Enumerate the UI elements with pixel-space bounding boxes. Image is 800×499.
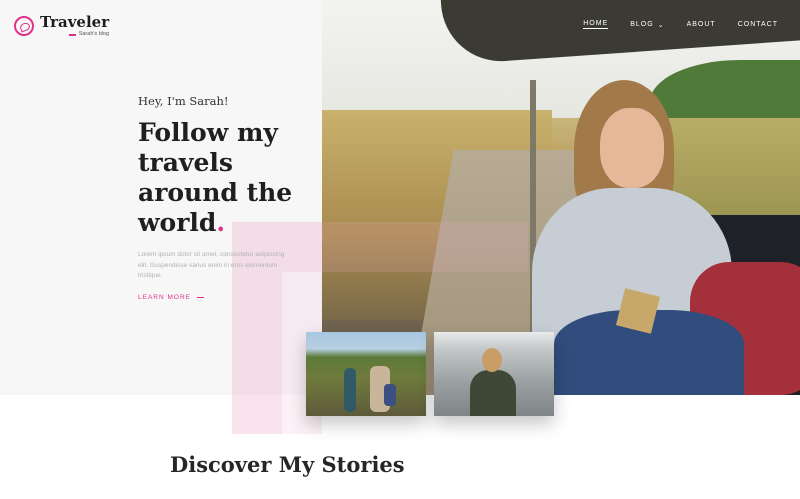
nav-item-about[interactable]: ABOUT xyxy=(687,21,716,28)
hero-body-text: Lorem ipsum dolor sit amet, consectetur … xyxy=(138,251,285,279)
chevron-down-icon: ⌄ xyxy=(657,21,665,29)
dash-icon xyxy=(196,296,204,299)
site-logo[interactable]: Traveler Sarah's blog xyxy=(14,14,109,38)
hero-greeting: Hey, I'm Sarah! xyxy=(138,94,229,108)
nav-item-blog[interactable]: BLOG ⌄ xyxy=(630,21,664,29)
headline-accent-dot: . xyxy=(216,208,226,237)
story-thumbnail-hikers[interactable] xyxy=(306,332,426,416)
hero-headline: Follow my travels around the world. xyxy=(138,118,293,237)
nav-item-home[interactable]: HOME xyxy=(583,20,609,29)
section-title: Discover My Stories xyxy=(170,452,405,477)
brand-title: Traveler xyxy=(40,13,110,31)
learn-more-link[interactable]: LEARN MORE xyxy=(138,294,204,301)
story-thumbnail-woman-rocks[interactable] xyxy=(434,332,554,416)
globe-plane-icon xyxy=(14,16,34,36)
brand-tagline: Sarah's blog xyxy=(68,30,109,38)
nav-item-contact[interactable]: CONTACT xyxy=(738,21,778,28)
main-nav: HOME BLOG ⌄ ABOUT CONTACT xyxy=(583,20,778,29)
